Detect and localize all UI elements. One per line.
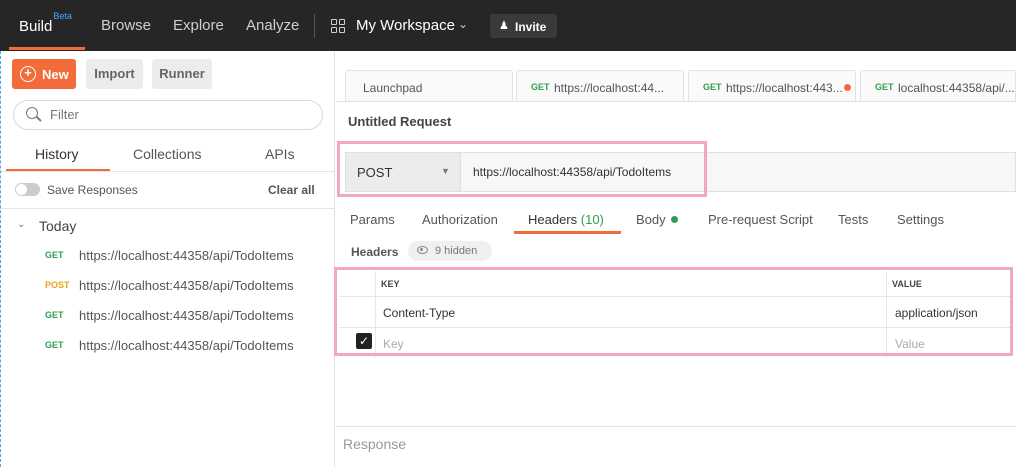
save-responses-label: Save Responses: [47, 183, 138, 197]
history-item[interactable]: GET https://localhost:44358/api/TodoItem…: [0, 330, 335, 360]
tab-authorization[interactable]: Authorization: [422, 212, 498, 227]
history-item[interactable]: POST https://localhost:44358/api/TodoIte…: [0, 270, 335, 300]
request-tab[interactable]: GET localhost:44358/api/...: [860, 70, 1016, 102]
request-tab[interactable]: GET https://localhost:44...: [516, 70, 684, 102]
invite-label: Invite: [515, 20, 547, 34]
history-url: https://localhost:44358/api/TodoItems: [79, 248, 294, 263]
hidden-headers-toggle[interactable]: 9 hidden: [408, 241, 492, 261]
history-url: https://localhost:44358/api/TodoItems: [79, 338, 294, 353]
nav-divider: [314, 14, 315, 38]
runner-button[interactable]: Runner: [152, 59, 212, 89]
tab-label: https://localhost:443...: [726, 81, 842, 95]
tab-collections[interactable]: Collections: [133, 146, 201, 162]
hidden-count: 9 hidden: [435, 245, 478, 257]
highlight-box: [337, 141, 707, 197]
history-url: https://localhost:44358/api/TodoItems: [79, 308, 294, 323]
method-badge: GET: [703, 82, 722, 92]
tab-headers[interactable]: Headers (10): [528, 212, 604, 227]
active-tab-indicator: [514, 231, 621, 234]
new-label: New: [42, 67, 69, 82]
main-panel: Launchpad GET https://localhost:44... GE…: [334, 51, 1016, 467]
unsaved-dot-icon: [844, 84, 851, 91]
method-badge: GET: [45, 310, 64, 320]
divider: [0, 208, 335, 209]
invite-button[interactable]: ♟ Invite: [490, 14, 557, 38]
divider: [336, 101, 1016, 102]
history-url: https://localhost:44358/api/TodoItems: [79, 278, 294, 293]
status-dot-icon: [670, 216, 678, 223]
headers-count: (10): [580, 212, 604, 227]
chevron-down-icon[interactable]: ⌄: [17, 219, 25, 230]
tab-tests[interactable]: Tests: [838, 212, 868, 227]
highlight-box: [334, 267, 1013, 356]
tab-headers-label: Headers: [528, 212, 578, 227]
tab-history[interactable]: History: [35, 146, 79, 162]
response-pane-title[interactable]: Response: [343, 436, 406, 452]
tab-label: Launchpad: [363, 81, 423, 95]
save-responses-toggle[interactable]: [15, 183, 40, 196]
import-button[interactable]: Import: [86, 59, 143, 89]
nav-active-indicator: [9, 47, 85, 50]
top-nav-bar: BuildBeta Browse Explore Analyze My Work…: [0, 0, 1016, 51]
chevron-down-icon[interactable]: ⌄: [458, 17, 468, 31]
tab-body[interactable]: Body: [636, 212, 678, 227]
new-button[interactable]: + New: [12, 59, 76, 89]
history-group-today[interactable]: Today: [39, 218, 76, 234]
method-badge: GET: [531, 82, 550, 92]
divider: [0, 171, 335, 172]
method-badge: GET: [45, 250, 64, 260]
headers-label: Headers: [351, 245, 399, 259]
nav-analyze[interactable]: Analyze: [246, 17, 299, 34]
clear-all-button[interactable]: Clear all: [268, 183, 315, 197]
method-badge: GET: [875, 82, 894, 92]
method-badge: GET: [45, 340, 64, 350]
search-icon: [26, 107, 38, 119]
request-tab[interactable]: GET https://localhost:443...: [688, 70, 856, 102]
plus-icon: +: [20, 66, 36, 82]
tab-label: localhost:44358/api/...: [898, 81, 1015, 95]
history-item[interactable]: GET https://localhost:44358/api/TodoItem…: [0, 240, 335, 270]
method-badge: POST: [45, 280, 70, 290]
tab-params[interactable]: Params: [350, 212, 395, 227]
sidebar: + New Import Runner History Collections …: [0, 51, 335, 467]
divider: [336, 426, 1016, 427]
workspace-grid-icon: [331, 19, 345, 33]
tab-settings[interactable]: Settings: [897, 212, 944, 227]
nav-browse[interactable]: Browse: [101, 17, 151, 34]
filter-box: [13, 100, 323, 130]
selection-dashed-edge: [0, 51, 2, 467]
nav-build[interactable]: BuildBeta: [19, 11, 72, 35]
workspace-selector[interactable]: My Workspace: [356, 17, 455, 34]
tab-body-label: Body: [636, 212, 666, 227]
history-item[interactable]: GET https://localhost:44358/api/TodoItem…: [0, 300, 335, 330]
nav-build-label: Build: [19, 18, 53, 35]
eye-icon: [417, 246, 428, 254]
tab-apis[interactable]: APIs: [265, 146, 295, 162]
user-plus-icon: ♟: [499, 20, 509, 32]
request-tab-launchpad[interactable]: Launchpad: [345, 70, 513, 102]
tab-label: https://localhost:44...: [554, 81, 665, 95]
nav-explore[interactable]: Explore: [173, 17, 224, 34]
tab-prerequest-script[interactable]: Pre-request Script: [708, 212, 813, 227]
beta-badge: Beta: [53, 11, 72, 21]
request-title[interactable]: Untitled Request: [348, 114, 451, 129]
filter-input[interactable]: [50, 107, 310, 122]
